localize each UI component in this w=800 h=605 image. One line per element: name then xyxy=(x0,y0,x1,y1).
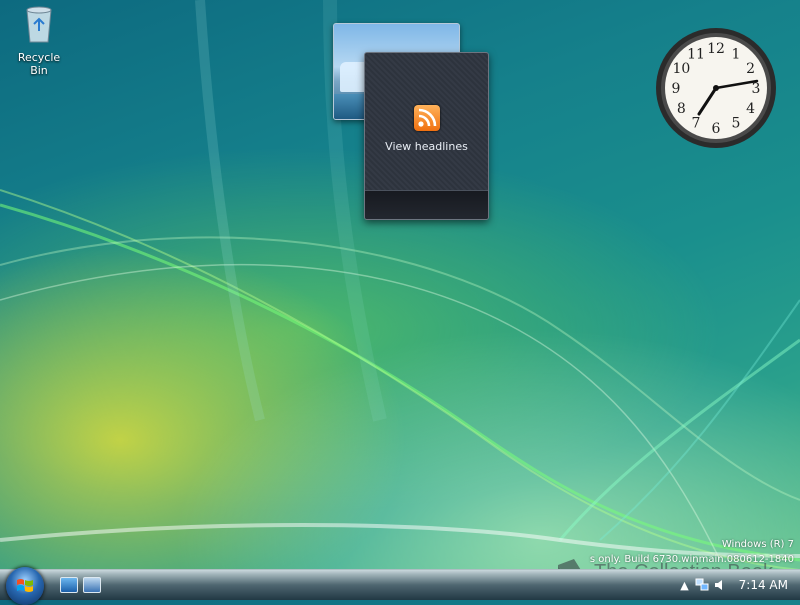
start-button[interactable] xyxy=(6,567,44,605)
view-headlines-link[interactable]: View headlines xyxy=(365,140,488,153)
clock-numeral: 10 xyxy=(672,61,690,77)
network-icon[interactable] xyxy=(695,578,709,592)
taskbar-clock[interactable]: 7:14 AM xyxy=(739,578,788,592)
recycle-bin-shortcut[interactable]: Recycle Bin xyxy=(8,4,70,77)
system-tray: ▲ 7:14 AM xyxy=(676,570,800,600)
clock-numeral: 1 xyxy=(732,46,741,62)
clock-numeral: 6 xyxy=(712,121,721,137)
volume-icon[interactable] xyxy=(713,578,727,592)
taskbar: ▲ 7:14 AM xyxy=(0,567,800,605)
recycle-bin-icon xyxy=(26,6,52,43)
show-hidden-icons-button[interactable]: ▲ xyxy=(680,579,688,592)
clock-numeral: 4 xyxy=(746,101,755,117)
clock-numeral: 8 xyxy=(677,101,686,117)
build-watermark-line1: Windows (R) 7 xyxy=(721,539,794,550)
clock-numeral: 2 xyxy=(746,61,755,77)
clock-numeral: 11 xyxy=(687,46,705,62)
switch-windows-icon[interactable] xyxy=(83,577,101,593)
clock-numeral: 7 xyxy=(692,116,701,132)
clock-gadget[interactable]: 12 12 3 45678 9 1011 xyxy=(654,26,778,150)
clock-numeral: 3 xyxy=(752,81,761,97)
clock-numeral: 12 xyxy=(707,41,725,57)
feed-headlines-gadget[interactable]: View headlines xyxy=(364,52,489,220)
clock-numeral: 9 xyxy=(672,81,681,97)
recycle-bin-label: Recycle Bin xyxy=(17,51,61,77)
windows-orb-icon xyxy=(17,579,33,592)
clock-numeral: 5 xyxy=(732,116,741,132)
feed-gadget-footer xyxy=(365,190,488,219)
show-desktop-icon[interactable] xyxy=(60,577,78,593)
rss-feed-icon xyxy=(414,105,440,131)
